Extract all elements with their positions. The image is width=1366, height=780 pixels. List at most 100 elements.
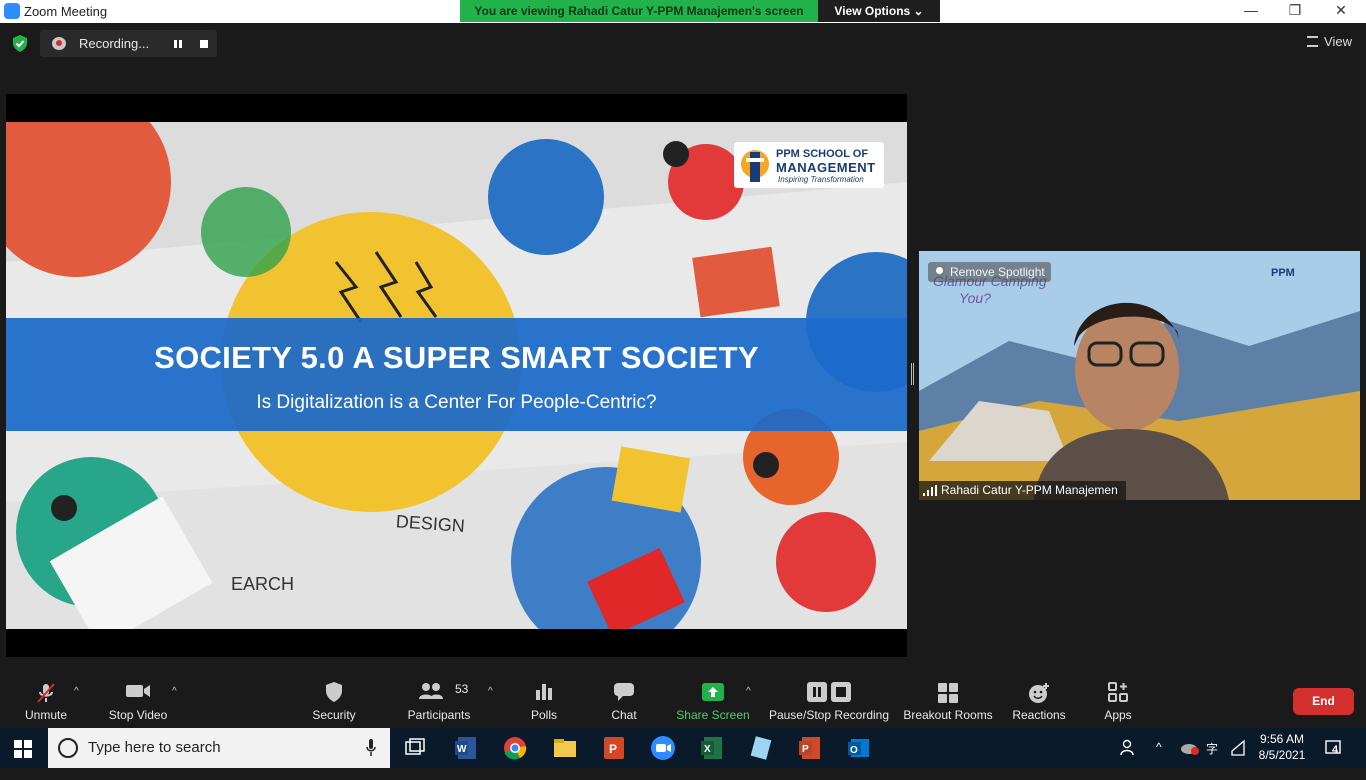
recording-indicator: Recording...	[40, 30, 217, 57]
pause-stop-recording-icon	[807, 682, 851, 702]
task-view-icon[interactable]	[402, 734, 430, 762]
stop-video-button[interactable]: Stop Video	[104, 670, 172, 728]
minimize-icon[interactable]: —	[1228, 2, 1274, 21]
zoom-app-icon	[4, 3, 20, 19]
slide-subtitle: Is Digitalization is a Center For People…	[256, 392, 657, 413]
reactions-smiley-icon	[1029, 683, 1049, 703]
clock-time: 9:56 AM	[1259, 732, 1305, 746]
action-center-button[interactable]: 4	[1324, 738, 1344, 758]
powerpoint-icon[interactable]: P	[600, 734, 628, 762]
ime-icon[interactable]: 字	[1206, 740, 1218, 780]
clock-date: 8/5/2021	[1258, 748, 1306, 762]
participants-count: 53	[455, 682, 469, 696]
taskbar-search-box[interactable]: Type here to search	[48, 728, 390, 768]
video-feed-image: Glamour Camping You? PPM	[919, 251, 1360, 500]
outlook-icon[interactable]: O	[845, 734, 873, 762]
chat-bubble-icon	[614, 683, 634, 701]
microphone-muted-icon	[37, 683, 55, 703]
apps-icon	[1108, 682, 1128, 702]
pause-stop-recording-button[interactable]: Pause/Stop Recording	[766, 670, 892, 728]
apps-label: Apps	[1104, 708, 1132, 722]
notification-count: 4	[1332, 744, 1339, 756]
stop-video-label: Stop Video	[108, 708, 168, 722]
svg-text:P: P	[802, 744, 809, 755]
powerpoint-icon[interactable]: P	[796, 734, 824, 762]
participants-label: Participants	[407, 708, 471, 722]
svg-text:You?: You?	[959, 290, 991, 306]
meeting-toolbar: Unmute ^ Stop Video ^ Security 53 Partic…	[0, 670, 1366, 728]
participants-button[interactable]: 53 Participants	[404, 670, 474, 728]
view-grid-icon	[1307, 36, 1319, 47]
security-label: Security	[312, 708, 356, 722]
search-placeholder: Type here to search	[88, 739, 221, 756]
reactions-label: Reactions	[1012, 708, 1066, 722]
stop-icon[interactable]	[199, 39, 209, 49]
wifi-icon[interactable]	[1230, 739, 1248, 757]
pause-icon[interactable]	[173, 39, 183, 49]
people-icon[interactable]	[1120, 738, 1138, 756]
apps-button[interactable]: Apps	[1094, 670, 1142, 728]
file-explorer-icon[interactable]	[551, 734, 579, 762]
ppm-logo-mark-icon	[741, 150, 769, 182]
excel-icon[interactable]: X	[698, 734, 726, 762]
logo-line2: MANAGEMENT	[776, 160, 876, 175]
notepad-icon[interactable]	[747, 734, 775, 762]
unmute-label: Unmute	[24, 708, 68, 722]
breakout-rooms-button[interactable]: Breakout Rooms	[900, 670, 996, 728]
chat-button[interactable]: Chat	[600, 670, 648, 728]
restore-icon[interactable]: ❐	[1272, 2, 1318, 21]
chat-label: Chat	[611, 708, 637, 722]
participant-video[interactable]: Glamour Camping You? PPM	[919, 251, 1360, 500]
svg-text:EARCH: EARCH	[231, 574, 294, 594]
svg-text:P: P	[609, 742, 617, 756]
window-title: Zoom Meeting	[24, 4, 108, 19]
system-clock[interactable]: 9:56 AM 8/5/2021	[1252, 731, 1312, 763]
logo-line1: PPM SCHOOL OF	[776, 148, 869, 160]
svg-text:PPM: PPM	[1271, 267, 1295, 279]
security-shield-icon	[326, 682, 342, 702]
word-icon[interactable]: W	[452, 734, 480, 762]
participant-name: Rahadi Catur Y-PPM Manajemen	[941, 483, 1118, 497]
video-camera-icon	[126, 685, 150, 697]
security-button[interactable]: Security	[304, 670, 364, 728]
microphone-icon[interactable]	[366, 739, 376, 757]
participants-icon	[419, 683, 443, 699]
windows-start-icon[interactable]	[14, 740, 32, 758]
unmute-button[interactable]: Unmute	[14, 670, 78, 728]
share-options-caret-icon[interactable]: ^	[746, 686, 751, 697]
onedrive-error-icon[interactable]	[1180, 740, 1200, 756]
share-screen-arrow-icon	[702, 683, 724, 701]
shared-slide: DESIGN EARCH SOCIETY 5.0 A SUPER SMART S…	[6, 122, 907, 629]
encryption-shield-icon[interactable]	[12, 35, 28, 52]
share-screen-button[interactable]: Share Screen	[674, 670, 752, 728]
show-hidden-icons-icon[interactable]: ^	[1156, 740, 1162, 780]
zoom-icon[interactable]	[649, 734, 677, 762]
participant-name-tag: Rahadi Catur Y-PPM Manajemen	[919, 481, 1126, 500]
view-options-button[interactable]: View Options ⌄	[818, 0, 940, 22]
signal-strength-icon	[923, 485, 937, 496]
view-button[interactable]: View	[1307, 34, 1352, 49]
svg-text:X: X	[704, 744, 711, 755]
recording-label: Recording...	[79, 36, 150, 51]
audio-options-caret-icon[interactable]: ^	[74, 686, 79, 697]
slide-title: SOCIETY 5.0 A SUPER SMART SOCIETY	[154, 340, 759, 375]
end-meeting-button[interactable]: End	[1293, 688, 1354, 715]
panel-splitter-handle[interactable]	[911, 363, 914, 385]
remove-spotlight-button[interactable]: Remove Spotlight	[928, 262, 1051, 282]
view-label: View	[1324, 34, 1352, 49]
polls-bar-chart-icon	[536, 684, 552, 700]
cortana-icon	[58, 738, 78, 758]
ppm-logo: PPM SCHOOL OF MANAGEMENT Inspiring Trans…	[734, 142, 884, 188]
chrome-icon[interactable]	[501, 734, 529, 762]
recording-dot-icon	[52, 37, 66, 50]
participants-options-caret-icon[interactable]: ^	[488, 686, 493, 697]
close-icon[interactable]: ✕	[1318, 2, 1364, 21]
share-screen-label: Share Screen	[676, 708, 750, 722]
reactions-button[interactable]: Reactions	[1008, 670, 1070, 728]
breakout-rooms-label: Breakout Rooms	[903, 708, 993, 722]
logo-tagline: Inspiring Transformation	[778, 175, 864, 184]
pause-stop-recording-label: Pause/Stop Recording	[768, 708, 890, 722]
share-banner: You are viewing Rahadi Catur Y-PPM Manaj…	[460, 0, 818, 22]
video-options-caret-icon[interactable]: ^	[172, 686, 177, 697]
polls-button[interactable]: Polls	[520, 670, 568, 728]
